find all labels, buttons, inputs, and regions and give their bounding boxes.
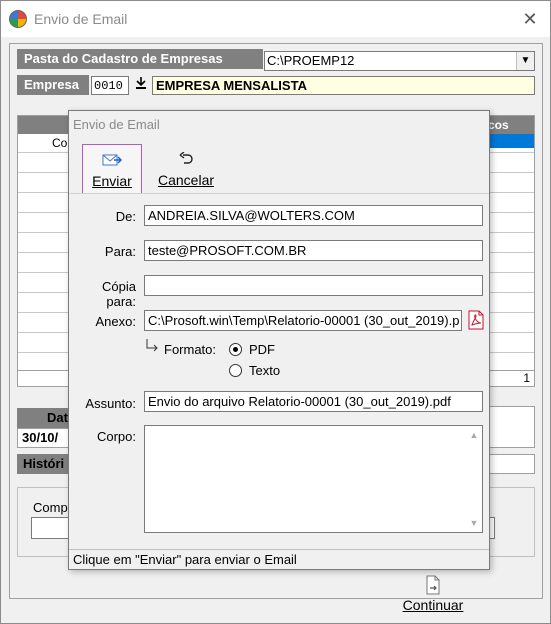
de-label: De: <box>115 209 136 224</box>
anexo-field[interactable]: C:\Prosoft.win\Temp\Relatorio-00001 (30_… <box>144 310 462 331</box>
formato-pdf-radio[interactable] <box>229 343 242 356</box>
folder-value: C:\PROEMP12 <box>267 53 355 68</box>
chevron-down-icon[interactable]: ▼ <box>516 52 534 70</box>
scroll-down-icon[interactable]: ▼ <box>468 517 480 529</box>
folder-label: Pasta do Cadastro de Empresas <box>17 49 263 69</box>
app-logo-icon <box>9 10 27 28</box>
formato-texto-label: Texto <box>249 363 281 378</box>
enviar-button[interactable]: Enviar <box>82 144 142 194</box>
email-dialog: Envio de Email Enviar Cancelar De: ANDRE… <box>68 110 490 570</box>
folder-combo[interactable]: C:\PROEMP12 ▼ <box>264 51 535 71</box>
download-arrow-icon[interactable] <box>131 76 151 95</box>
subitem-arrow-icon <box>145 339 159 353</box>
empresa-name-field: EMPRESA MENSALISTA <box>152 76 535 95</box>
copia-label: Cópia para: <box>102 279 136 309</box>
historico-label: Históri <box>17 454 73 474</box>
continuar-button[interactable]: Continuar <box>397 575 469 619</box>
enviar-label: Enviar <box>92 173 132 189</box>
corpo-textarea[interactable]: ▲ ▼ <box>144 425 483 533</box>
grid-header-label: cos <box>488 118 509 132</box>
assunto-label: Assunto: <box>85 396 136 411</box>
formato-texto-radio[interactable] <box>229 364 242 377</box>
cancelar-label: Cancelar <box>157 172 215 188</box>
grid-selected-cell <box>488 134 534 148</box>
formato-pdf-label: PDF <box>249 342 275 357</box>
cancelar-button[interactable]: Cancelar <box>155 144 217 194</box>
empresa-code-field[interactable]: 0010 <box>91 76 129 95</box>
dialog-title: Envio de Email <box>73 117 160 132</box>
para-field[interactable]: teste@PROSOFT.COM.BR <box>144 240 483 261</box>
close-icon[interactable]: ✕ <box>517 7 543 31</box>
data-value: 30/10/ <box>17 428 73 448</box>
anexo-label: Anexo: <box>95 314 136 329</box>
dialog-toolbar: Enviar Cancelar <box>69 141 489 194</box>
de-field[interactable]: ANDREIA.SILVA@WOLTERS.COM <box>144 205 483 226</box>
toolbar-divider <box>69 193 489 194</box>
copia-field[interactable] <box>144 275 483 296</box>
formato-label: Formato: <box>164 342 217 357</box>
status-bar: Clique em "Enviar" para enviar o Email <box>69 549 489 569</box>
corpo-label: Corpo: <box>96 429 136 444</box>
competencia-field[interactable] <box>31 517 71 539</box>
assunto-field[interactable]: Envio do arquivo Relatorio-00001 (30_out… <box>144 391 483 412</box>
main-window-title: Envio de Email <box>34 11 128 27</box>
undo-icon <box>155 151 217 166</box>
para-label: Para: <box>104 244 136 259</box>
data-label: Dat <box>17 408 73 428</box>
right-box <box>489 406 535 448</box>
empresa-label: Empresa <box>17 75 89 95</box>
document-arrow-icon <box>425 575 441 595</box>
pdf-icon[interactable] <box>467 310 485 330</box>
right-box <box>489 454 535 474</box>
send-mail-icon <box>83 153 141 167</box>
main-window: Envio de Email ✕ Pasta do Cadastro de Em… <box>0 0 551 624</box>
continuar-label: Continuar <box>402 597 464 613</box>
scroll-up-icon[interactable]: ▲ <box>468 429 480 441</box>
main-titlebar: Envio de Email ✕ <box>1 1 550 37</box>
